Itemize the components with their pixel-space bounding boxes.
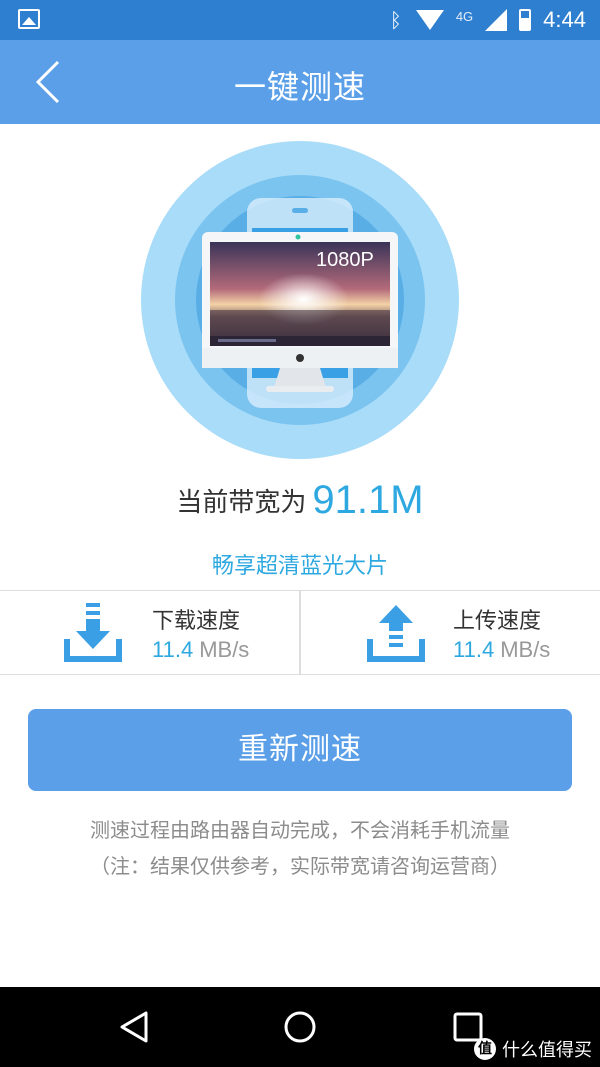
- network-type: 4G: [455, 8, 474, 24]
- watermark-text: 什么值得买: [502, 1040, 592, 1061]
- app-header: 一键测速: [0, 40, 600, 124]
- upload-label: 上传速度: [453, 609, 542, 634]
- upload-speed: 上传速度 11.4 MB/s: [299, 591, 600, 674]
- retest-button[interactable]: 重新测速: [28, 709, 572, 791]
- watermark: 值 什么值得买: [474, 1036, 592, 1062]
- upload-icon: [367, 605, 425, 662]
- nav-back-button[interactable]: [116, 1009, 152, 1045]
- resolution-badge: 1080P: [316, 249, 374, 271]
- bandwidth-value: 91.1M: [312, 478, 424, 522]
- download-unit: MB/s: [199, 637, 250, 662]
- upload-unit: MB/s: [500, 637, 551, 662]
- speed-illustration: 1080P: [140, 140, 460, 460]
- back-triangle-icon: [120, 1011, 148, 1043]
- download-value: 11.4 MB/s: [152, 637, 249, 663]
- quality-text: 畅享超清蓝光大片: [211, 554, 388, 579]
- status-icons: ᛒ 4G 4:44: [388, 0, 586, 40]
- download-speed: 下载速度 11.4 MB/s: [0, 591, 299, 674]
- upload-value: 11.4 MB/s: [453, 637, 550, 663]
- note-line-1: 测速过程由路由器自动完成，不会消耗手机流量: [90, 818, 510, 842]
- speed-panel: 下载速度 11.4 MB/s 上传速度 11.4 MB/s: [0, 590, 600, 675]
- signal-icon: [485, 9, 508, 31]
- download-icon: [64, 603, 122, 662]
- battery-icon: [519, 9, 532, 31]
- bluetooth-icon: ᛒ: [389, 8, 402, 32]
- image-icon: [18, 9, 40, 29]
- download-speed-number: 11.4: [152, 637, 194, 662]
- upload-speed-number: 11.4: [453, 637, 495, 662]
- page-title: 一键测速: [233, 68, 366, 106]
- status-bar: ᛒ 4G 4:44: [0, 0, 600, 40]
- home-circle-icon: [284, 1011, 316, 1043]
- note-line-2: （注：结果仅供参考，实际带宽请咨询运营商）: [90, 854, 510, 878]
- nav-home-button[interactable]: [282, 1009, 318, 1045]
- wifi-icon: [415, 10, 444, 30]
- download-label: 下载速度: [152, 609, 241, 634]
- bandwidth-label: 当前带宽为: [176, 488, 307, 518]
- watermark-logo: 值: [474, 1038, 496, 1060]
- clock: 4:44: [543, 7, 586, 32]
- bandwidth-result: 当前带宽为 91.1M: [0, 478, 600, 523]
